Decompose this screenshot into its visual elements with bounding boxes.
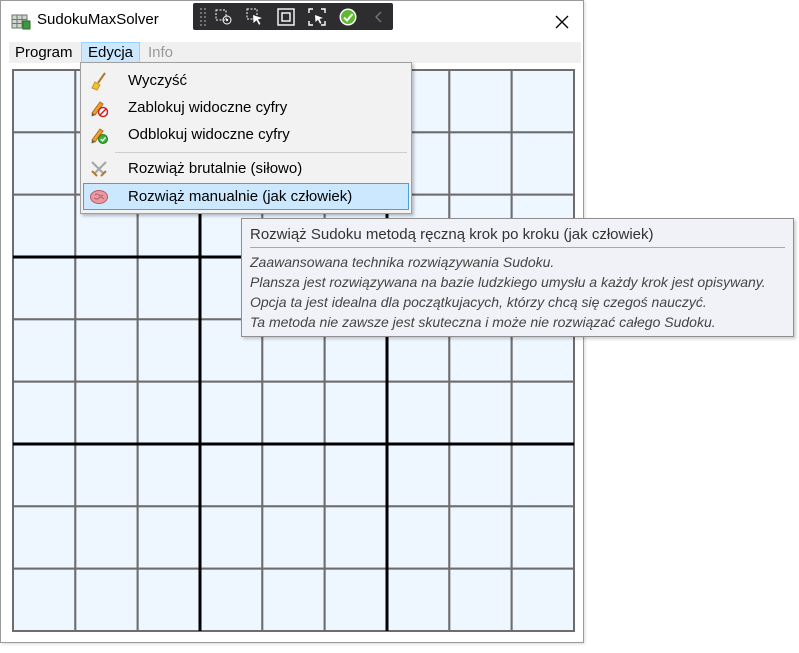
sudoku-cell[interactable] — [448, 567, 513, 631]
brain-icon — [90, 190, 108, 204]
crossed-swords-icon — [91, 161, 107, 177]
menu-separator — [115, 152, 407, 153]
menu-item-label: Rozwiąż brutalnie (siłowo) — [128, 160, 303, 177]
pointer-select-icon[interactable] — [241, 5, 269, 29]
hot-reload-ok-icon[interactable] — [334, 5, 362, 29]
sudoku-cell[interactable] — [261, 505, 326, 570]
sudoku-cell[interactable] — [510, 443, 574, 508]
sudoku-cell[interactable] — [510, 505, 574, 570]
sudoku-cell[interactable] — [136, 380, 201, 445]
sudoku-cell[interactable] — [74, 443, 139, 508]
menu-item-label: Wyczyść — [128, 72, 188, 89]
sudoku-cell[interactable] — [323, 443, 388, 508]
sudoku-cell[interactable] — [199, 380, 264, 445]
sudoku-cell[interactable] — [199, 505, 264, 570]
broom-icon — [91, 72, 106, 91]
select-element-icon[interactable] — [210, 5, 238, 29]
sudoku-cell[interactable] — [510, 131, 574, 196]
menu-item-rozwiaz-manualnie[interactable]: Rozwiąż manualnie (jak człowiek) — [83, 183, 409, 210]
sudoku-cell[interactable] — [13, 567, 77, 631]
sudoku-cell[interactable] — [448, 505, 513, 570]
tooltip-separator — [250, 247, 785, 248]
sudoku-cell[interactable] — [448, 380, 513, 445]
edycja-dropdown-menu: Wyczyść Zablokuj widoczne cyfry Odblokuj… — [80, 62, 412, 214]
tooltip-title: Rozwiąż Sudoku metodą ręczną krok po kro… — [250, 226, 654, 243]
sudoku-cell[interactable] — [13, 256, 77, 321]
lock-pencil-icon — [91, 101, 109, 118]
app-icon — [11, 14, 31, 30]
sudoku-cell[interactable] — [199, 443, 264, 508]
window-title: SudokuMaxSolver — [37, 11, 159, 28]
sudoku-cell[interactable] — [448, 131, 513, 196]
track-focus-icon[interactable] — [303, 5, 331, 29]
sudoku-cell[interactable] — [136, 443, 201, 508]
layout-adorner-icon[interactable] — [272, 5, 300, 29]
sudoku-cell[interactable] — [136, 505, 201, 570]
close-button[interactable] — [547, 9, 577, 35]
sudoku-cell[interactable] — [74, 318, 139, 383]
sudoku-cell[interactable] — [199, 567, 264, 631]
sudoku-cell[interactable] — [13, 443, 77, 508]
menu-item-rozwiaz-brutalnie[interactable]: Rozwiąż brutalnie (siłowo) — [83, 155, 409, 182]
tooltip-line: Ta metoda nie zawsze jest skuteczna i mo… — [250, 314, 716, 330]
sudoku-cell[interactable] — [510, 70, 574, 134]
menu-item-zablokuj[interactable]: Zablokuj widoczne cyfry — [83, 94, 409, 121]
sudoku-cell[interactable] — [386, 567, 451, 631]
menu-item-label: Rozwiąż manualnie (jak człowiek) — [128, 188, 353, 205]
unlock-pencil-icon — [91, 128, 108, 144]
menu-program[interactable]: Program — [9, 42, 79, 63]
sudoku-cell[interactable] — [386, 443, 451, 508]
sudoku-cell[interactable] — [386, 380, 451, 445]
menu-item-label: Odblokuj widoczne cyfry — [128, 126, 290, 143]
sudoku-cell[interactable] — [13, 131, 77, 196]
menu-bar: Program Edycja Info — [9, 42, 581, 63]
debug-toolbar — [193, 3, 393, 30]
sudoku-cell[interactable] — [136, 256, 201, 321]
sudoku-cell[interactable] — [13, 70, 77, 134]
sudoku-cell[interactable] — [510, 567, 574, 631]
collapse-chevron-icon[interactable] — [365, 5, 393, 29]
toolbar-grip-icon[interactable] — [199, 7, 207, 26]
sudoku-cell[interactable] — [261, 567, 326, 631]
sudoku-cell[interactable] — [136, 567, 201, 631]
sudoku-cell[interactable] — [13, 318, 77, 383]
sudoku-cell[interactable] — [323, 380, 388, 445]
menu-item-label: Zablokuj widoczne cyfry — [128, 99, 288, 116]
sudoku-cell[interactable] — [261, 443, 326, 508]
sudoku-cell[interactable] — [510, 380, 574, 445]
tooltip-line: Zaawansowana technika rozwiązywania Sudo… — [250, 254, 555, 270]
sudoku-cell[interactable] — [74, 505, 139, 570]
tooltip-line: Opcja ta jest idealna dla początkujacych… — [250, 294, 707, 310]
tooltip: Rozwiąż Sudoku metodą ręczną krok po kro… — [241, 218, 794, 337]
sudoku-cell[interactable] — [386, 505, 451, 570]
sudoku-cell[interactable] — [13, 193, 77, 258]
sudoku-cell[interactable] — [136, 318, 201, 383]
menu-item-wyczysc[interactable]: Wyczyść — [83, 67, 409, 94]
close-icon — [555, 15, 569, 29]
sudoku-cell[interactable] — [448, 443, 513, 508]
sudoku-cell[interactable] — [13, 505, 77, 570]
sudoku-cell[interactable] — [323, 505, 388, 570]
sudoku-cell[interactable] — [448, 70, 513, 134]
menu-info[interactable]: Info — [142, 42, 179, 63]
sudoku-cell[interactable] — [74, 380, 139, 445]
menu-item-odblokuj[interactable]: Odblokuj widoczne cyfry — [83, 121, 409, 148]
tooltip-line: Plansza jest rozwiązywana na bazie ludzk… — [250, 274, 766, 290]
sudoku-cell[interactable] — [74, 256, 139, 321]
sudoku-cell[interactable] — [261, 380, 326, 445]
sudoku-cell[interactable] — [74, 567, 139, 631]
sudoku-cell[interactable] — [13, 380, 77, 445]
sudoku-cell[interactable] — [323, 567, 388, 631]
menu-edycja[interactable]: Edycja — [81, 42, 141, 63]
